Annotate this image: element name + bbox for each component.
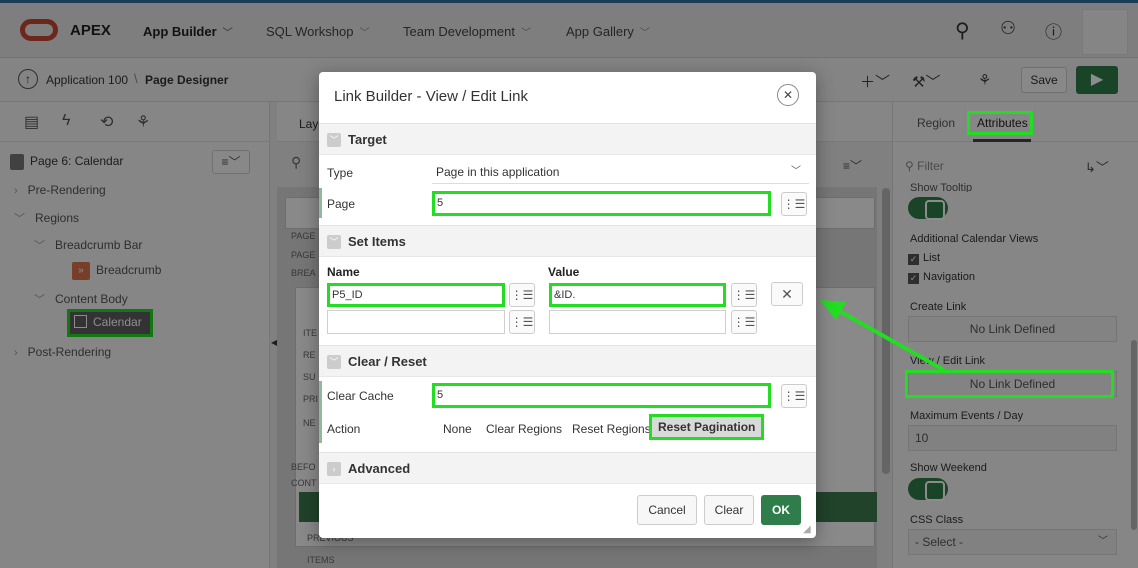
- chevron-right-icon[interactable]: ›: [327, 462, 341, 476]
- page-label: Page: [327, 197, 356, 211]
- item-name-input-2[interactable]: [327, 310, 505, 334]
- item-value-input-2[interactable]: [549, 310, 726, 334]
- chevron-down-icon[interactable]: ﹀: [327, 235, 341, 249]
- chevron-down-icon: ﹀: [791, 166, 801, 177]
- item-value-list-icon[interactable]: ⋮☰: [731, 310, 757, 334]
- dialog-title: Link Builder - View / Edit Link: [334, 88, 528, 105]
- ok-button[interactable]: OK: [761, 495, 801, 525]
- type-label: Type: [327, 166, 354, 180]
- close-icon[interactable]: ✕: [777, 84, 799, 106]
- item-name-list-icon[interactable]: ⋮☰: [509, 283, 535, 307]
- type-select[interactable]: Page in this application ﹀: [432, 160, 809, 184]
- action-reset-pagination-option[interactable]: Reset Pagination: [649, 414, 765, 440]
- clear-cache-list-icon[interactable]: ⋮☰: [781, 384, 807, 408]
- clear-reset-section-header[interactable]: ﹀ Clear / Reset: [319, 345, 816, 377]
- item-value-list-icon[interactable]: ⋮☰: [731, 283, 757, 307]
- name-column-header: Name: [327, 265, 360, 279]
- view-edit-link-highlight: [905, 370, 1114, 398]
- action-none-option[interactable]: None: [443, 422, 472, 436]
- link-builder-dialog: Link Builder - View / Edit Link ✕ ﹀ Targ…: [319, 72, 816, 538]
- clear-cache-label: Clear Cache: [327, 389, 394, 403]
- clear-cache-input[interactable]: 5: [432, 383, 771, 408]
- page-list-icon[interactable]: ⋮☰: [781, 192, 807, 216]
- chevron-down-icon[interactable]: ﹀: [327, 133, 341, 147]
- attributes-tab-highlight: [967, 111, 1033, 135]
- action-reset-regions-option[interactable]: Reset Regions: [572, 422, 651, 436]
- required-indicator: [319, 188, 322, 218]
- required-indicator: [319, 381, 322, 443]
- clear-button[interactable]: Clear: [704, 495, 754, 525]
- advanced-section-header[interactable]: › Advanced: [319, 452, 816, 484]
- chevron-down-icon[interactable]: ﹀: [327, 355, 341, 369]
- page-input[interactable]: 5: [432, 191, 771, 216]
- action-label: Action: [327, 422, 361, 436]
- item-name-list-icon[interactable]: ⋮☰: [509, 310, 535, 334]
- resize-grip-icon[interactable]: ◢: [803, 524, 811, 535]
- set-items-section-header[interactable]: ﹀ Set Items: [319, 225, 816, 257]
- remove-row-icon[interactable]: ✕: [771, 282, 803, 306]
- item-value-input-1[interactable]: &ID.: [549, 283, 726, 307]
- cancel-button[interactable]: Cancel: [637, 495, 697, 525]
- action-clear-regions-option[interactable]: Clear Regions: [486, 422, 562, 436]
- value-column-header: Value: [548, 265, 580, 279]
- item-name-input-1[interactable]: P5_ID: [327, 283, 505, 307]
- target-section-header[interactable]: ﹀ Target: [319, 123, 816, 155]
